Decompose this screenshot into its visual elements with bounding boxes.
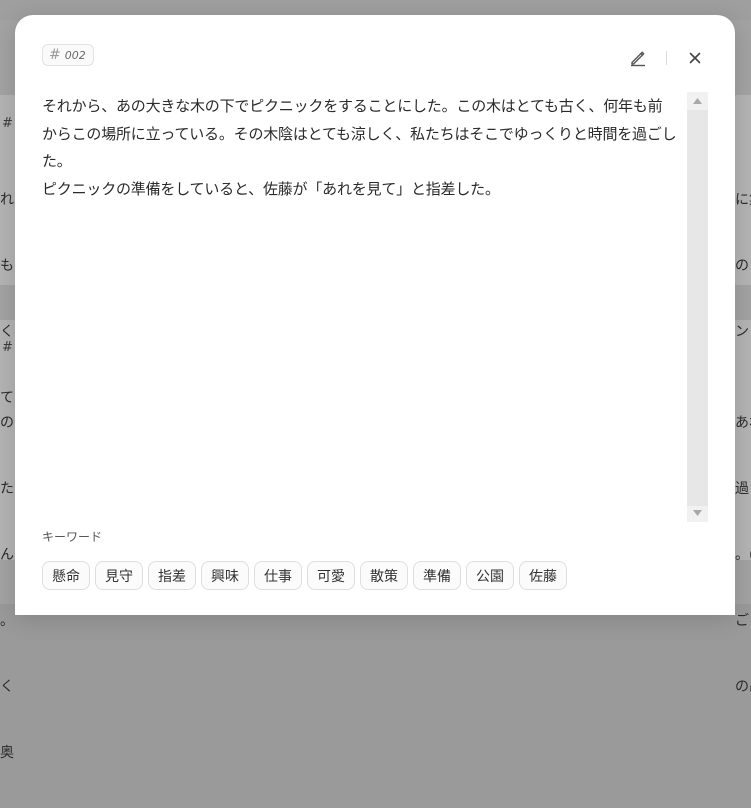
background-line: 奥 <box>0 745 14 761</box>
keyword-chip[interactable]: 公園 <box>466 561 514 590</box>
scroll-up-button[interactable] <box>687 92 708 110</box>
background-line: に集 <box>735 192 751 208</box>
pencil-icon <box>631 51 645 67</box>
vertical-scrollbar[interactable] <box>687 92 708 522</box>
background-line: れ <box>0 192 14 208</box>
keyword-chip[interactable]: 懸命 <box>42 561 90 590</box>
background-line: く々 <box>0 679 15 695</box>
background-line: のリ <box>735 258 751 274</box>
close-button[interactable] <box>684 47 706 69</box>
background-line: 。( <box>735 547 751 563</box>
note-paragraph: それから、あの大きな木の下でピクニックをすることにした。この木はとても古く、何年… <box>42 97 677 170</box>
background-text-right-bottom: あれ 過ご 。( ごろ の出 <box>735 368 751 742</box>
background-line: ンド <box>735 324 751 340</box>
background-line: た <box>0 481 14 497</box>
scroll-down-button[interactable] <box>687 504 708 522</box>
keyword-chip[interactable]: 興味 <box>201 561 249 590</box>
background-line: の <box>0 415 14 431</box>
scrollbar-thumb[interactable] <box>687 110 708 506</box>
background-line: んた <box>0 547 15 563</box>
triangle-down-icon <box>693 510 702 516</box>
background-line: く、 <box>0 324 15 340</box>
keyword-chip[interactable]: 可愛 <box>307 561 355 590</box>
background-line: 。ä <box>0 613 15 629</box>
triangle-up-icon <box>693 98 702 104</box>
keywords-label: キーワード <box>42 530 103 544</box>
hash-icon: # <box>49 47 61 63</box>
keyword-chip[interactable]: 佐藤 <box>519 561 567 590</box>
keyword-list: 懸命 見守 指差 興味 仕事 可愛 散策 準備 公園 佐藤 <box>42 561 567 590</box>
keyword-chip[interactable]: 仕事 <box>254 561 302 590</box>
note-body-text[interactable]: それから、あの大きな木の下でピクニックをすることにした。この木はとても古く、何年… <box>42 93 677 203</box>
keyword-chip[interactable]: 見守 <box>95 561 143 590</box>
background-text-right-top: に集 のリ ンド <box>735 145 751 387</box>
note-id-number: 002 <box>64 48 86 62</box>
keyword-chip[interactable]: 散策 <box>360 561 408 590</box>
keyword-chip[interactable]: 指差 <box>148 561 196 590</box>
background-line: あれ <box>735 415 751 431</box>
edit-button[interactable] <box>627 47 649 69</box>
note-paragraph: ピクニックの準備をしていると、佐藤が「あれを見て」と指差した。 <box>42 179 500 198</box>
background-line: ごろ <box>735 613 751 629</box>
close-icon <box>689 52 701 64</box>
note-modal: # 002 それから、あの大きな木の下でピクニックをすることにした。この木はとて… <box>15 15 735 615</box>
background-text-left-bottom: の た んた 。ä く々 奥 <box>0 368 15 808</box>
background-line: の出 <box>735 679 751 695</box>
toolbar-divider <box>666 51 667 65</box>
keyword-chip[interactable]: 準備 <box>413 561 461 590</box>
background-line: も <box>0 258 14 274</box>
note-id-tag: # 002 <box>42 44 94 66</box>
background-line: 過ご <box>735 481 751 497</box>
